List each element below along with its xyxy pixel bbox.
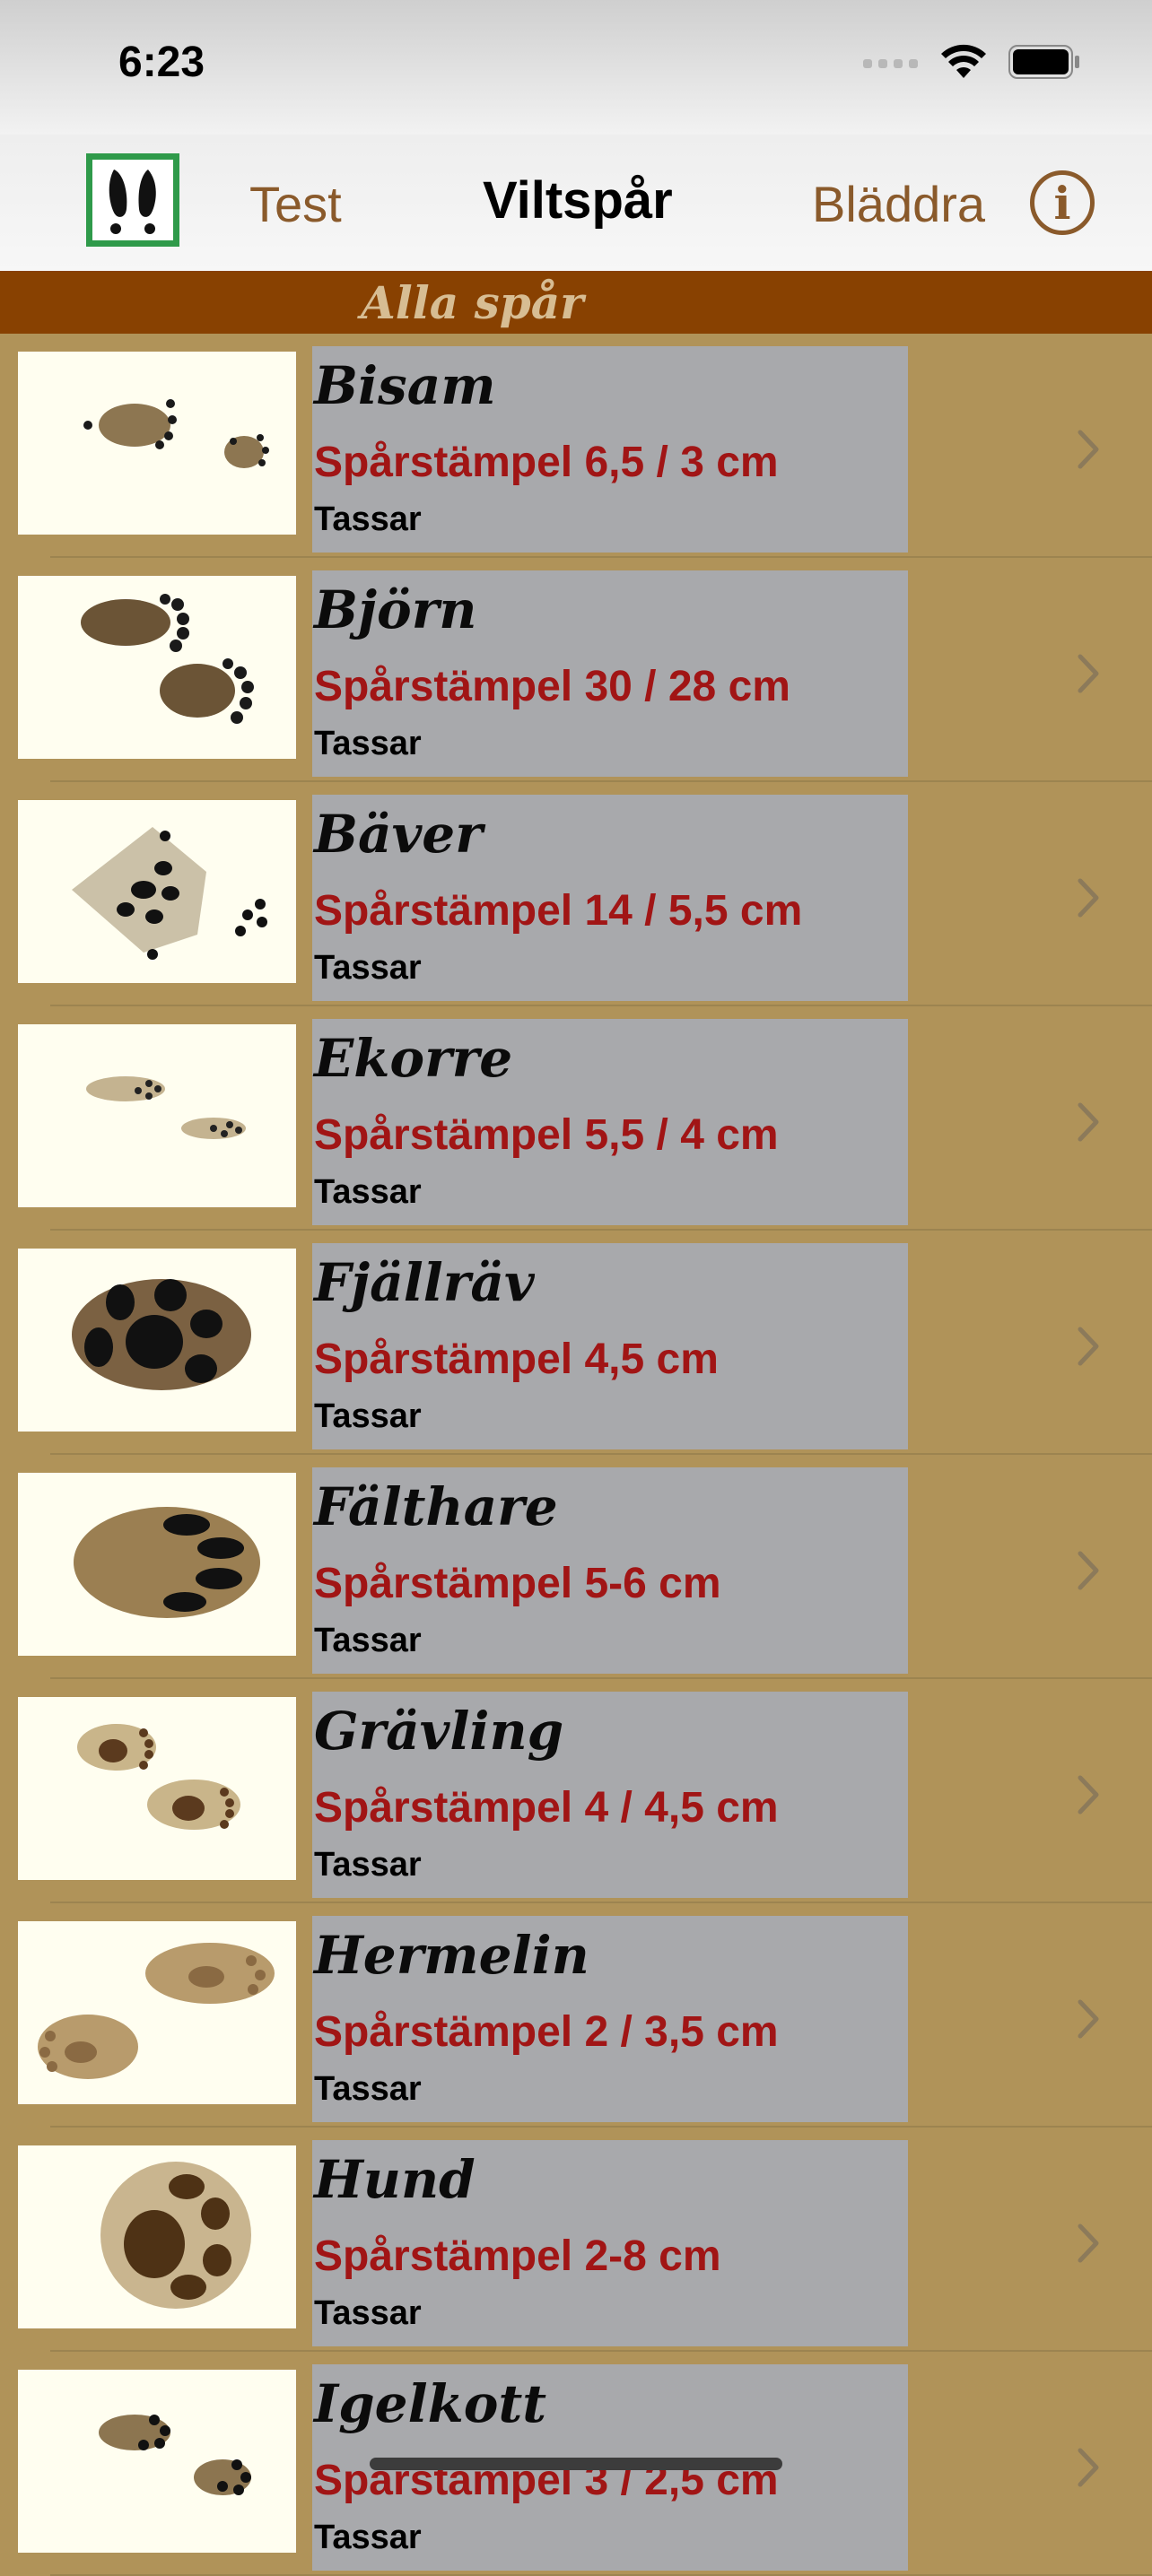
track-size: Spårstämpel 14 / 5,5 cm [314,887,803,935]
hoof-print-icon [109,170,156,234]
animal-name: Igelkott [314,2373,547,2434]
animal-name: Bäver [314,804,483,865]
track-thumbnail [18,1921,296,2104]
track-subtitle: Tassar [314,500,422,538]
track-subtitle: Tassar [314,2070,422,2108]
section-title: Alla spår [361,276,584,329]
track-thumbnail [18,352,296,535]
track-thumbnail [18,1024,296,1207]
track-thumbnail [18,1473,296,1656]
track-size: Spårstämpel 2 / 3,5 cm [314,2008,779,2056]
track-size: Spårstämpel 4 / 4,5 cm [314,1784,779,1832]
track-size: Spårstämpel 5-6 cm [314,1560,721,1607]
animal-name: Hund [314,2149,476,2210]
animal-name: Ekorre [314,1028,513,1089]
list-item[interactable]: Fjällräv Spårstämpel 4,5 cm Tassar [0,1231,1152,1455]
track-subtitle: Tassar [314,949,422,987]
status-icons [863,39,1080,84]
page-title: Viltspår [483,171,673,230]
app-logo-button[interactable] [86,153,179,247]
animal-name: Bisam [314,355,496,416]
home-indicator[interactable] [370,2458,782,2470]
chevron-right-icon [1078,2224,1099,2263]
track-thumbnail [18,1249,296,1432]
track-info-card: Bisam Spårstämpel 6,5 / 3 cm Tassar [312,346,908,553]
chevron-right-icon [1078,1999,1099,2039]
track-info-card: Björn Spårstämpel 30 / 28 cm Tassar [312,570,908,777]
track-subtitle: Tassar [314,1622,422,1659]
signal-icon [863,59,918,68]
track-size: Spårstämpel 6,5 / 3 cm [314,439,779,486]
track-subtitle: Tassar [314,1846,422,1884]
browse-button[interactable]: Bläddra [812,175,985,233]
track-size: Spårstämpel 5,5 / 4 cm [314,1111,779,1159]
track-info-card: Hermelin Spårstämpel 2 / 3,5 cm Tassar [312,1916,908,2122]
list-item[interactable]: Hermelin Spårstämpel 2 / 3,5 cm Tassar [0,1903,1152,2128]
track-thumbnail [18,2370,296,2553]
status-time: 6:23 [118,39,205,86]
track-info-card: Fälthare Spårstämpel 5-6 cm Tassar [312,1467,908,1674]
list-item[interactable]: Grävling Spårstämpel 4 / 4,5 cm Tassar [0,1679,1152,1903]
track-info-card: Fjällräv Spårstämpel 4,5 cm Tassar [312,1243,908,1449]
animal-name: Hermelin [314,1925,589,1986]
track-subtitle: Tassar [314,2294,422,2332]
track-info-card: Grävling Spårstämpel 4 / 4,5 cm Tassar [312,1692,908,1898]
track-info-card: Ekorre Spårstämpel 5,5 / 4 cm Tassar [312,1019,908,1225]
list-item[interactable]: Bäver Spårstämpel 14 / 5,5 cm Tassar [0,782,1152,1006]
track-info-card: Bäver Spårstämpel 14 / 5,5 cm Tassar [312,795,908,1001]
track-size: Spårstämpel 4,5 cm [314,1336,719,1383]
track-subtitle: Tassar [314,2519,422,2556]
track-thumbnail [18,576,296,759]
track-subtitle: Tassar [314,725,422,762]
animal-name: Fälthare [314,1476,558,1537]
chevron-right-icon [1078,654,1099,693]
section-header: Alla spår [0,271,1152,334]
info-icon[interactable]: i [1030,170,1095,235]
track-thumbnail [18,800,296,983]
chevron-right-icon [1078,1775,1099,1815]
chevron-right-icon [1078,1102,1099,1142]
status-bar: 6:23 [0,0,1152,135]
list-item[interactable]: Bisam Spårstämpel 6,5 / 3 cm Tassar [0,334,1152,558]
battery-icon [1008,45,1079,79]
list-item[interactable]: Fälthare Spårstämpel 5-6 cm Tassar [0,1455,1152,1679]
track-size: Spårstämpel 2-8 cm [314,2232,721,2280]
animal-name: Björn [314,579,477,640]
track-subtitle: Tassar [314,1173,422,1211]
track-info-card: Hund Spårstämpel 2-8 cm Tassar [312,2140,908,2346]
wifi-icon [941,44,986,78]
track-list: Bisam Spårstämpel 6,5 / 3 cm Tassar Björ… [0,334,1152,2576]
test-button[interactable]: Test [249,175,342,233]
chevron-right-icon [1078,1327,1099,1366]
chevron-right-icon [1078,2448,1099,2487]
list-item[interactable]: Björn Spårstämpel 30 / 28 cm Tassar [0,558,1152,782]
chevron-right-icon [1078,1551,1099,1590]
animal-name: Fjällräv [314,1252,535,1313]
track-subtitle: Tassar [314,1397,422,1435]
chevron-right-icon [1078,430,1099,469]
track-size: Spårstämpel 30 / 28 cm [314,663,790,710]
list-item[interactable]: Hund Spårstämpel 2-8 cm Tassar [0,2128,1152,2352]
chevron-right-icon [1078,878,1099,918]
track-thumbnail [18,2145,296,2328]
list-item[interactable]: Ekorre Spårstämpel 5,5 / 4 cm Tassar [0,1006,1152,1231]
track-thumbnail [18,1697,296,1880]
animal-name: Grävling [314,1701,564,1762]
